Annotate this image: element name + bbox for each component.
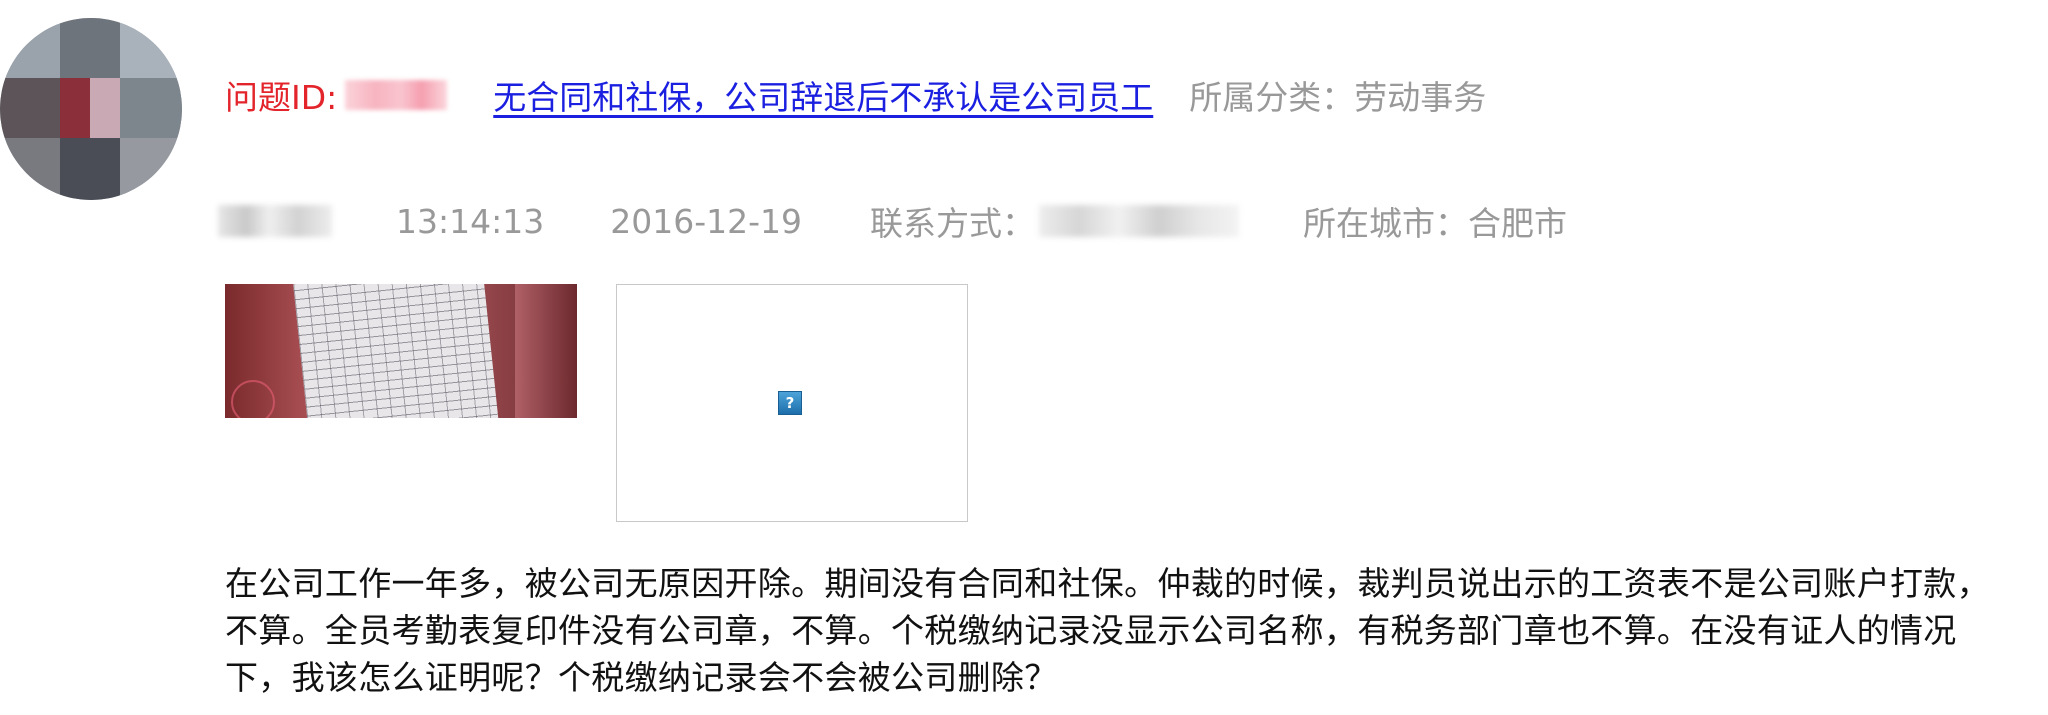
- question-id-redacted: [345, 80, 448, 110]
- post-time: 13:14:13: [396, 201, 545, 241]
- city-info: 所在城市：合肥市: [1303, 204, 1567, 243]
- attachment-image-broken[interactable]: ?: [616, 284, 968, 522]
- stamp-mark: [231, 380, 275, 418]
- question-category: 所属分类：劳动事务: [1189, 78, 1487, 117]
- question-description: 在公司工作一年多，被公司无原因开除。期间没有合同和社保。仲裁的时候，裁判员说出示…: [225, 564, 1990, 697]
- photo-shade: [515, 284, 577, 418]
- broken-image-icon: ?: [778, 391, 802, 415]
- contact-redacted: [1039, 205, 1239, 237]
- question-id-label: 问题ID:: [225, 78, 338, 117]
- attachment-image-photo[interactable]: [225, 284, 577, 418]
- question-meta: 13:14:13 2016-12-19 联系方式： 所在城市：合肥市: [218, 196, 1567, 246]
- question-title-link[interactable]: 无合同和社保，公司辞退后不承认是公司员工: [493, 71, 1153, 119]
- question-header: 问题ID: 无合同和社保，公司辞退后不承认是公司员工 所属分类：劳动事务: [225, 70, 1486, 120]
- contact-label: 联系方式：: [870, 204, 1035, 243]
- user-avatar: [0, 18, 182, 200]
- username-redacted: [218, 205, 332, 237]
- post-date: 2016-12-19: [610, 201, 802, 241]
- attendance-sheet-paper: [293, 284, 499, 418]
